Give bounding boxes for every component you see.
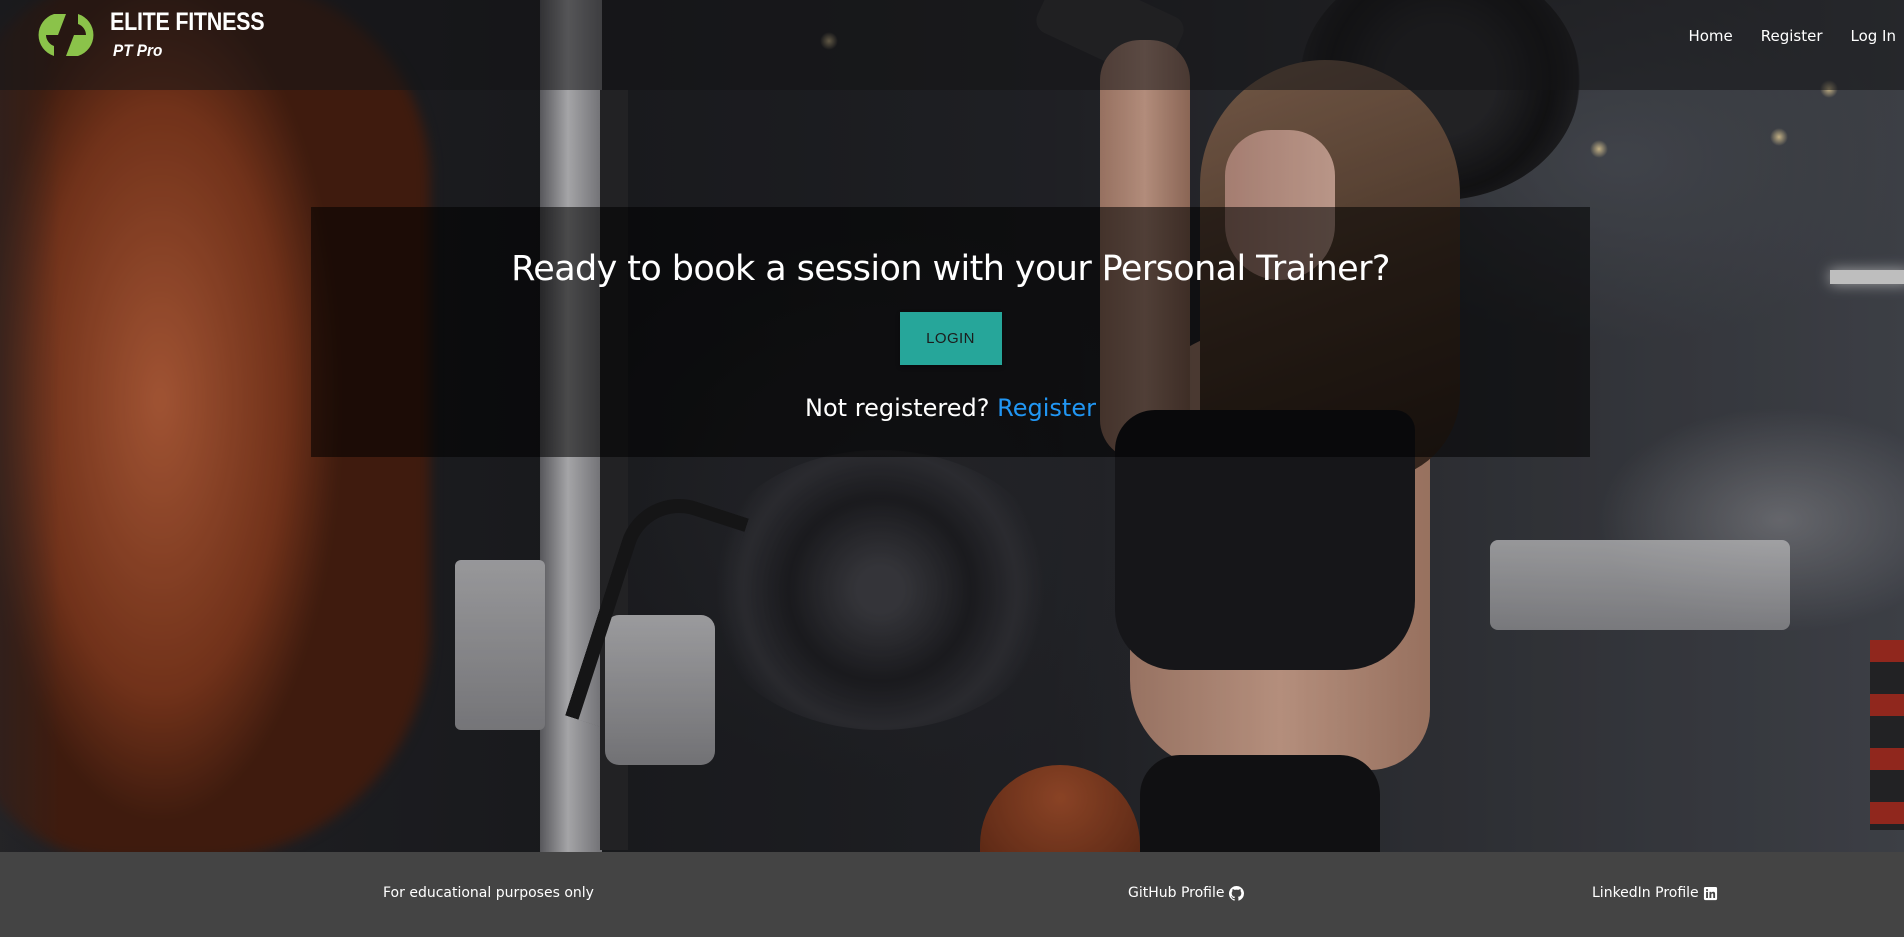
nav-login-link[interactable]: Log In [1851, 27, 1897, 45]
brand-logo-link[interactable]: ELITE FITNESS PT Pro [32, 8, 289, 61]
register-prompt: Not registered? Register [311, 394, 1590, 422]
navbar: ELITE FITNESS PT Pro Home Register Log I… [0, 0, 1904, 90]
brand-subtitle: PT Pro [113, 41, 163, 60]
nav-home-link[interactable]: Home [1688, 27, 1732, 45]
register-link[interactable]: Register [997, 394, 1096, 422]
brand-text: ELITE FITNESS PT Pro [110, 8, 289, 61]
nav-links: Home Register Log In [1660, 27, 1896, 45]
linkedin-profile-label: LinkedIn Profile [1592, 885, 1699, 901]
linkedin-profile-link[interactable]: LinkedIn Profile [1592, 885, 1718, 901]
linkedin-icon [1703, 886, 1717, 900]
register-prompt-text: Not registered? [805, 394, 990, 422]
nav-register-link[interactable]: Register [1761, 27, 1823, 45]
cta-heading: Ready to book a session with your Person… [511, 249, 1390, 289]
login-button[interactable]: LOGIN [899, 312, 1002, 365]
footer: For educational purposes only GitHub Pro… [0, 852, 1904, 937]
booking-cta-panel: Ready to book a session with your Person… [311, 207, 1590, 457]
github-profile-label: GitHub Profile [1128, 885, 1225, 901]
github-icon [1228, 885, 1244, 901]
lightning-bolt-circle-icon [38, 14, 94, 56]
github-profile-link[interactable]: GitHub Profile [1128, 885, 1244, 901]
footer-disclaimer: For educational purposes only [383, 885, 594, 901]
brand-title: ELITE FITNESS [110, 8, 265, 36]
